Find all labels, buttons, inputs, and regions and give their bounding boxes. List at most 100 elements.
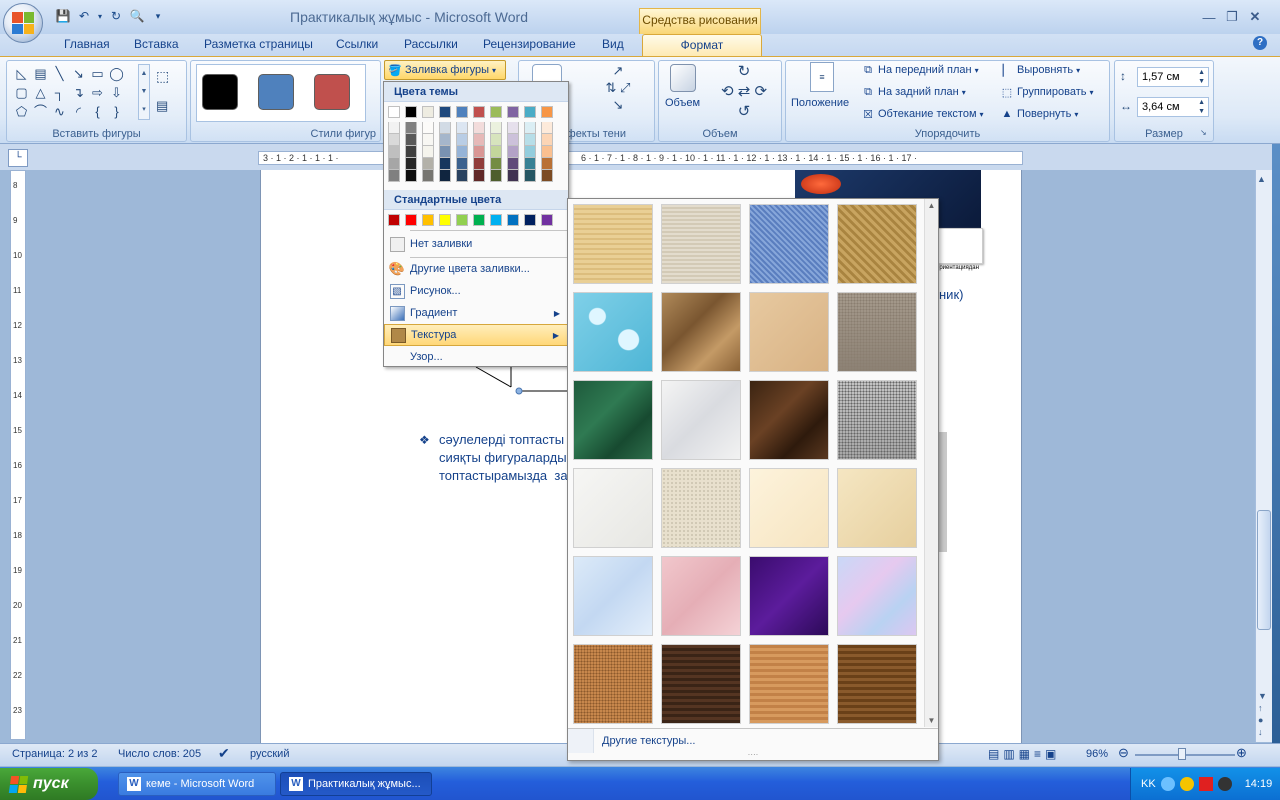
language-status[interactable]: русский (250, 748, 289, 760)
tray-app-icon[interactable] (1198, 777, 1213, 791)
texture-swatch-purple-mesh[interactable] (749, 556, 829, 636)
curved-icon[interactable]: ↴ (69, 83, 88, 102)
tab-view[interactable]: Вид (602, 37, 624, 51)
left-brace-icon[interactable]: { (88, 102, 107, 121)
scroll-thumb[interactable] (1257, 510, 1271, 630)
tab-insert[interactable]: Вставка (134, 37, 179, 51)
texture-swatch-recycled-paper[interactable] (661, 468, 741, 548)
theme-shade-swatch[interactable] (473, 122, 485, 134)
texture-swatch-pink-tissue-paper[interactable] (661, 556, 741, 636)
restore-icon[interactable]: ❐ (1221, 8, 1243, 26)
bring-front-button[interactable]: ⧉ На передний план ▾ (861, 63, 979, 77)
shapes-scroll[interactable]: ▲ ▼ ▾ (138, 64, 150, 120)
theme-shade-swatch[interactable] (473, 158, 485, 170)
theme-shade-swatch[interactable] (422, 158, 434, 170)
theme-shade-swatch[interactable] (541, 158, 553, 170)
tab-selector-icon[interactable]: └ (8, 149, 28, 167)
standard-color-swatch[interactable] (541, 214, 553, 226)
theme-shade-swatch[interactable] (439, 146, 451, 158)
shadow-nudge-controls[interactable]: ↗ ⇅ ⤢ ↘ (596, 62, 640, 122)
print-preview-icon[interactable]: 🔍 (128, 7, 146, 25)
draw-textbox-icon[interactable]: ▤ (156, 98, 168, 114)
zoom-level[interactable]: 96% (1086, 748, 1108, 760)
theme-color-swatch[interactable] (405, 106, 417, 118)
theme-shade-swatch[interactable] (388, 134, 400, 146)
texture-swatch-walnut[interactable] (661, 644, 741, 724)
group-button[interactable]: ⬚ Группировать ▾ (1000, 85, 1094, 99)
scroll-up-icon[interactable]: ▲ (1257, 174, 1266, 184)
texture-swatch-medium-wood[interactable] (837, 644, 917, 724)
texture-swatch-water-droplets[interactable] (573, 292, 653, 372)
standard-color-swatch[interactable] (405, 214, 417, 226)
tab-home[interactable]: Главная (64, 37, 110, 51)
texture-swatch-canvas[interactable] (661, 204, 741, 284)
texture-swatch-brown-marble[interactable] (749, 380, 829, 460)
redo-icon[interactable]: ↻ (107, 7, 125, 25)
grouped-shape-lines[interactable] (461, 365, 581, 395)
undo-dropdown-icon[interactable]: ▾ (96, 7, 104, 25)
theme-shade-swatch[interactable] (524, 134, 536, 146)
office-button[interactable] (3, 3, 43, 43)
undo-icon[interactable]: ↶ (75, 7, 93, 25)
theme-shade-swatch[interactable] (456, 158, 468, 170)
browse-controls-icon[interactable]: ▼ ↑ ● ↓ (1258, 690, 1267, 738)
theme-shade-swatch[interactable] (405, 170, 417, 182)
theme-shade-swatch[interactable] (507, 146, 519, 158)
more-colors-item[interactable]: 🎨 Другие цвета заливки... (384, 258, 568, 280)
standard-color-swatch[interactable] (524, 214, 536, 226)
texture-swatch-stationery[interactable] (837, 468, 917, 548)
theme-shade-swatch[interactable] (422, 170, 434, 182)
scribble-icon[interactable]: ∿ (50, 102, 69, 121)
theme-shade-swatch[interactable] (473, 146, 485, 158)
tab-mailings[interactable]: Рассылки (404, 37, 458, 51)
taskbar-item-keme[interactable]: Wкеме - Microsoft Word (118, 772, 276, 796)
customize-qat-icon[interactable]: ▾ (149, 7, 167, 25)
freeform-icon[interactable]: ⬠ (12, 102, 31, 121)
volume-icon[interactable] (1217, 777, 1232, 791)
theme-shade-swatch[interactable] (422, 134, 434, 146)
theme-color-swatch[interactable] (456, 106, 468, 118)
style-swatch-blue[interactable] (258, 74, 294, 110)
save-icon[interactable]: 💾 (54, 7, 72, 25)
texture-swatch-oak[interactable] (749, 644, 829, 724)
theme-color-swatch[interactable] (439, 106, 451, 118)
zoom-in-icon[interactable]: ⊕ (1236, 745, 1247, 761)
height-field[interactable]: 1,57 см ▲ ▼ (1137, 67, 1209, 87)
theme-shade-swatch[interactable] (439, 158, 451, 170)
texture-item[interactable]: Текстура ▶ (384, 324, 568, 346)
theme-shade-swatch[interactable] (422, 122, 434, 134)
theme-color-swatch[interactable] (388, 106, 400, 118)
gradient-item[interactable]: Градиент ▶ (384, 302, 568, 324)
page-count[interactable]: Страница: 2 из 2 (12, 748, 98, 760)
theme-shade-swatch[interactable] (541, 146, 553, 158)
theme-shade-swatch[interactable] (490, 146, 502, 158)
theme-shade-swatch[interactable] (490, 134, 502, 146)
theme-shade-swatch[interactable] (507, 134, 519, 146)
theme-color-swatch[interactable] (473, 106, 485, 118)
theme-shade-swatch[interactable] (541, 134, 553, 146)
theme-shade-swatch[interactable] (456, 146, 468, 158)
texture-swatch-fish-fossil[interactable] (749, 292, 829, 372)
elbow-icon[interactable]: ┐ (50, 83, 69, 102)
texture-swatch-green-marble[interactable] (573, 380, 653, 460)
standard-color-swatch[interactable] (507, 214, 519, 226)
rectangle-icon[interactable]: ▭ (88, 64, 107, 83)
scroll-down-icon[interactable]: ▼ (925, 716, 938, 725)
word-count[interactable]: Число слов: 205 (118, 748, 201, 760)
standard-color-swatch[interactable] (490, 214, 502, 226)
theme-shade-swatch[interactable] (439, 134, 451, 146)
texture-swatch-paper-bag[interactable] (661, 292, 741, 372)
theme-shade-swatch[interactable] (524, 122, 536, 134)
style-swatch-red[interactable] (314, 74, 350, 110)
width-spinner-icon[interactable]: ▲ ▼ (1198, 98, 1205, 116)
theme-shade-swatch[interactable] (422, 146, 434, 158)
tab-page-layout[interactable]: Разметка страницы (204, 37, 313, 51)
theme-shade-swatch[interactable] (507, 158, 519, 170)
theme-color-swatch[interactable] (507, 106, 519, 118)
texture-swatch-parchment[interactable] (749, 468, 829, 548)
theme-shade-swatch[interactable] (507, 170, 519, 182)
rounded-rect-icon[interactable]: ▢ (12, 83, 31, 102)
shapes-gallery[interactable]: ◺ ▤ ╲ ↘ ▭ ◯ ▢ △ ┐ ↴ ⇨ ⇩ ⬠ ⌒ ∿ ◜ { } (12, 64, 126, 121)
vertical-scrollbar[interactable]: ▲ ▼ ↑ ● ↓ (1255, 170, 1272, 742)
height-spinner-icon[interactable]: ▲ ▼ (1198, 68, 1205, 86)
